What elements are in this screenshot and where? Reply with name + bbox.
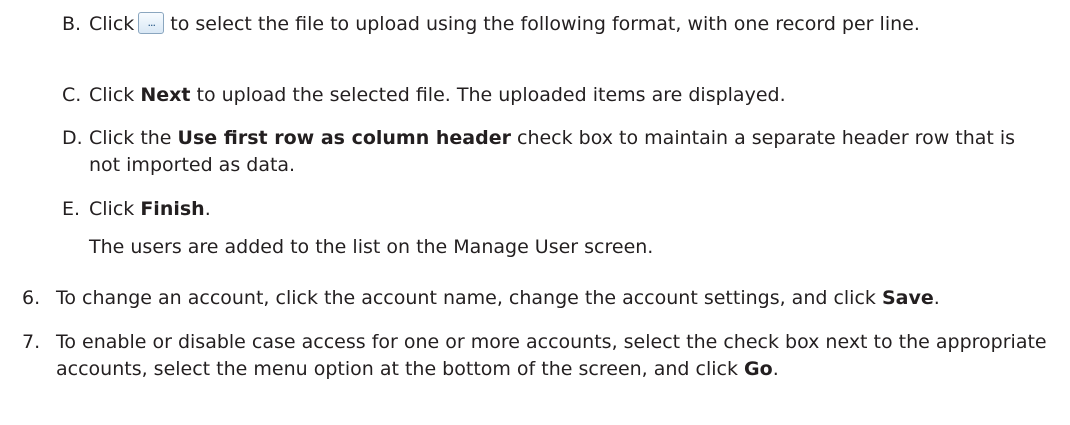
step-text-pre: To enable or disable case access for one… — [56, 331, 1047, 380]
step-7: 7. To enable or disable case access for … — [22, 329, 1067, 383]
step-marker: D. — [62, 127, 83, 149]
step-text-pre: To change an account, click the account … — [56, 287, 882, 309]
step-text-pre: Click — [89, 13, 135, 35]
step-text: To change an account, click the account … — [22, 285, 1067, 312]
step-marker: C. — [62, 84, 82, 106]
step-text-post: . — [933, 287, 940, 309]
step-marker: 6. — [22, 287, 41, 309]
step-marker: 7. — [22, 331, 41, 353]
step-c: C. Click Next to upload the selected fil… — [62, 82, 1052, 109]
step-text: Click... to select the file to upload usi… — [62, 11, 1052, 38]
step-marker: E. — [62, 198, 81, 220]
step-text-post: . — [204, 198, 211, 220]
step-text-pre: Click — [89, 198, 141, 220]
step-result: The users are added to the list on the M… — [89, 236, 654, 258]
step-marker: B. — [62, 13, 82, 35]
ellipsis-icon: ... — [147, 15, 157, 29]
step-text-pre: Click — [89, 84, 141, 106]
step-text-post: to upload the selected file. The uploade… — [190, 84, 786, 106]
step-text-pre: Click the — [89, 127, 178, 149]
step-d: D. Click the Use first row as column hea… — [62, 125, 1052, 179]
step-text: Click Next to upload the selected file. … — [62, 82, 1052, 109]
step-text: Click Finish. — [62, 196, 1052, 223]
step-text: Click the Use first row as column header… — [62, 125, 1052, 179]
ui-term: Go — [744, 358, 773, 380]
step-text-post: . — [772, 358, 779, 380]
step-e: E. Click Finish. The users are added to … — [62, 196, 1052, 261]
ui-term: Save — [881, 287, 934, 309]
browse-button[interactable]: ... — [138, 11, 165, 34]
ui-term: Next — [140, 84, 191, 106]
step-6: 6. To change an account, click the accou… — [22, 285, 1067, 312]
step-b: B. Click... to select the file to upload … — [62, 11, 1052, 38]
ui-term: Finish — [140, 198, 205, 220]
step-text-post: to select the file to upload using the f… — [170, 13, 920, 35]
ui-term: Use first row as column header — [177, 127, 511, 149]
step-text: To enable or disable case access for one… — [22, 329, 1067, 383]
